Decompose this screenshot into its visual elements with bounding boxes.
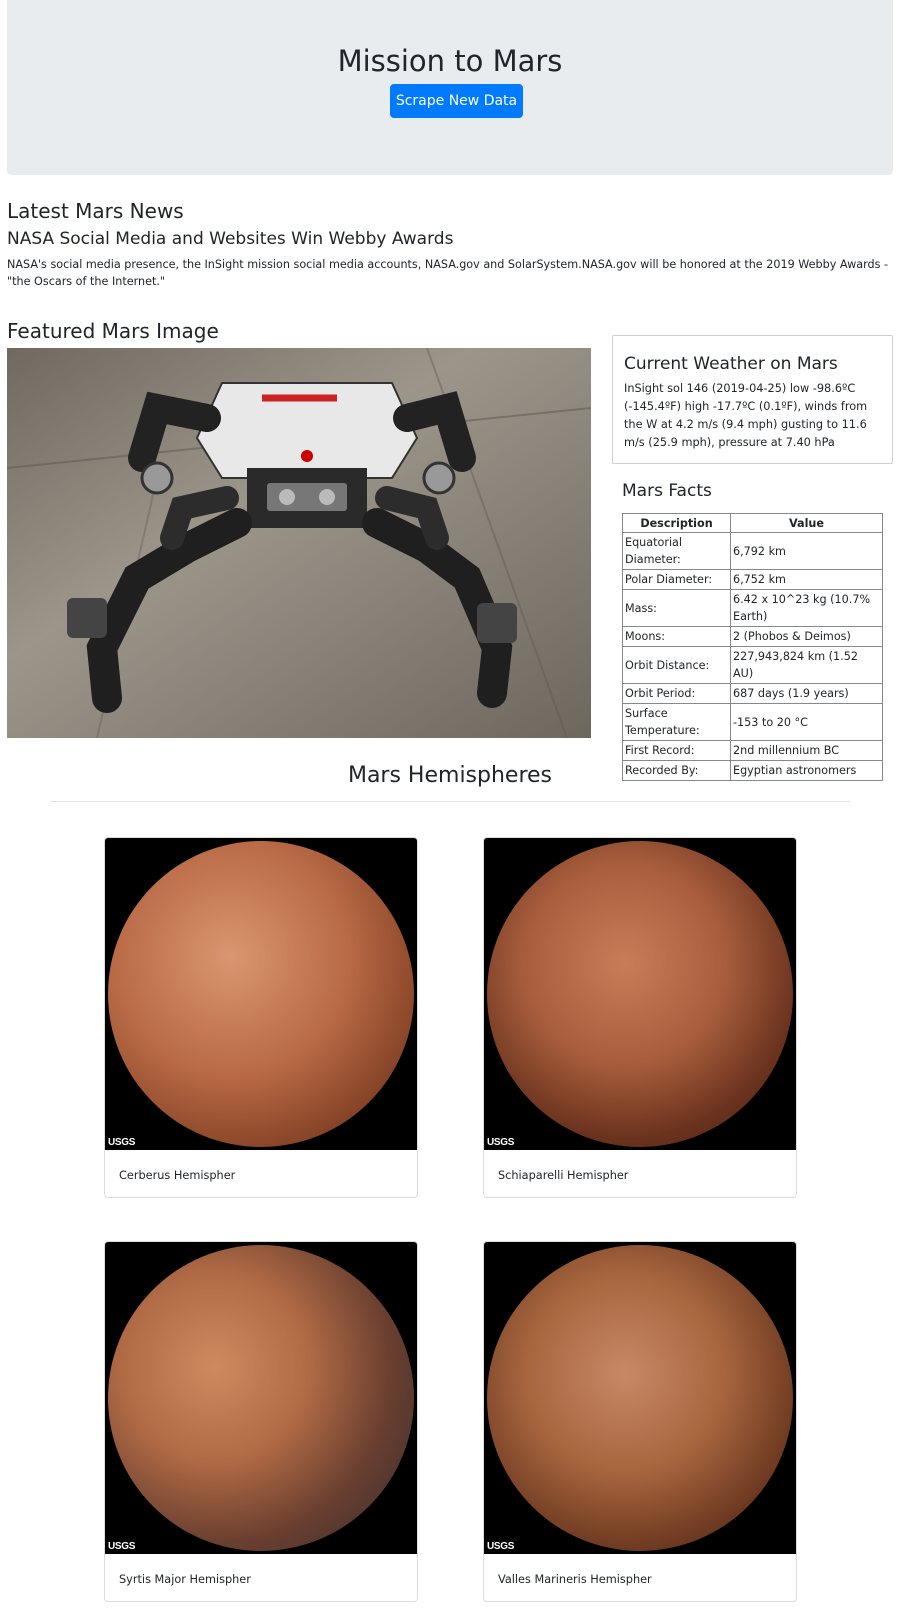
usgs-logo: USGS [487,1137,515,1148]
schiaparelli-hemisphere-image[interactable]: USGS [484,838,796,1150]
scrape-new-data-button[interactable]: Scrape New Data [390,84,523,118]
jumbotron-header: Mission to Mars Scrape New Data [7,0,893,175]
usgs-logo: USGS [108,1541,136,1552]
weather-heading: Current Weather on Mars [624,354,838,374]
facts-header-row: Description Value [622,513,883,533]
table-row: First Record: 2nd millennium BC [622,740,883,761]
fact-value: 2nd millennium BC [730,740,883,761]
cerberus-hemisphere-image[interactable]: USGS [105,838,417,1150]
fact-label: First Record: [622,740,731,761]
page-title: Mission to Mars [337,44,563,78]
facts-heading: Mars Facts [622,481,712,501]
hemisphere-caption: Schiaparelli Hemispher [498,1169,629,1182]
fact-label: Orbit Distance: [622,646,731,684]
table-row: Equatorial Diameter: 6,792 km [622,532,883,570]
table-row: Moons: 2 (Phobos & Deimos) [622,626,883,647]
table-row: Orbit Distance: 227,943,824 km (1.52 AU) [622,646,883,684]
planet-shape [487,841,793,1147]
fact-label: Equatorial Diameter: [622,532,731,570]
fact-value: 2 (Phobos & Deimos) [730,626,883,647]
fact-label: Polar Diameter: [622,569,731,590]
fact-label: Surface Temperature: [622,703,731,741]
planet-shape [108,1245,414,1551]
fact-label: Mass: [622,589,731,627]
fact-value: 227,943,824 km (1.52 AU) [730,646,883,684]
facts-col-description: Description [622,513,731,533]
featured-mars-image[interactable] [7,348,591,738]
fact-value: 6,752 km [730,569,883,590]
fact-label: Orbit Period: [622,683,731,704]
hemisphere-caption: Valles Marineris Hemispher [498,1573,652,1586]
usgs-logo: USGS [487,1541,515,1552]
facts-col-value: Value [730,513,883,533]
robot-illustration [7,348,591,738]
facts-table: Description Value Equatorial Diameter: 6,… [622,513,883,781]
table-row: Surface Temperature: -153 to 20 °C [622,703,883,741]
news-title: NASA Social Media and Websites Win Webby… [7,229,454,249]
hemispheres-heading: Mars Hemispheres [347,763,553,788]
hemisphere-caption: Cerberus Hemispher [119,1169,236,1182]
divider [50,801,850,802]
table-row: Mass: 6.42 x 10^23 kg (10.7% Earth) [622,589,883,627]
planet-shape [487,1245,793,1551]
fact-value: 6,792 km [730,532,883,570]
news-paragraph: NASA's social media presence, the InSigh… [7,258,889,288]
fact-value: 6.42 x 10^23 kg (10.7% Earth) [730,589,883,627]
fact-value: 687 days (1.9 years) [730,683,883,704]
syrtis-major-hemisphere-image[interactable]: USGS [105,1242,417,1554]
hemisphere-card-cerberus[interactable]: USGS Cerberus Hemispher [104,837,418,1198]
fact-label: Moons: [622,626,731,647]
hemisphere-card-syrtis-major[interactable]: USGS Syrtis Major Hemispher [104,1241,418,1602]
hemisphere-card-schiaparelli[interactable]: USGS Schiaparelli Hemispher [483,837,797,1198]
planet-shape [108,841,414,1147]
fact-value: -153 to 20 °C [730,703,883,741]
table-row: Polar Diameter: 6,752 km [622,569,883,590]
featured-image-heading: Featured Mars Image [7,319,219,343]
hemisphere-caption: Syrtis Major Hemispher [119,1573,251,1586]
hemisphere-card-valles-marineris[interactable]: USGS Valles Marineris Hemispher [483,1241,797,1602]
weather-card: Current Weather on Mars InSight sol 146 … [612,335,893,464]
table-row: Orbit Period: 687 days (1.9 years) [622,683,883,704]
latest-news-heading: Latest Mars News [7,199,184,223]
usgs-logo: USGS [108,1137,136,1148]
valles-marineris-hemisphere-image[interactable]: USGS [484,1242,796,1554]
weather-text: InSight sol 146 (2019-04-25) low -98.6ºC… [624,382,868,449]
